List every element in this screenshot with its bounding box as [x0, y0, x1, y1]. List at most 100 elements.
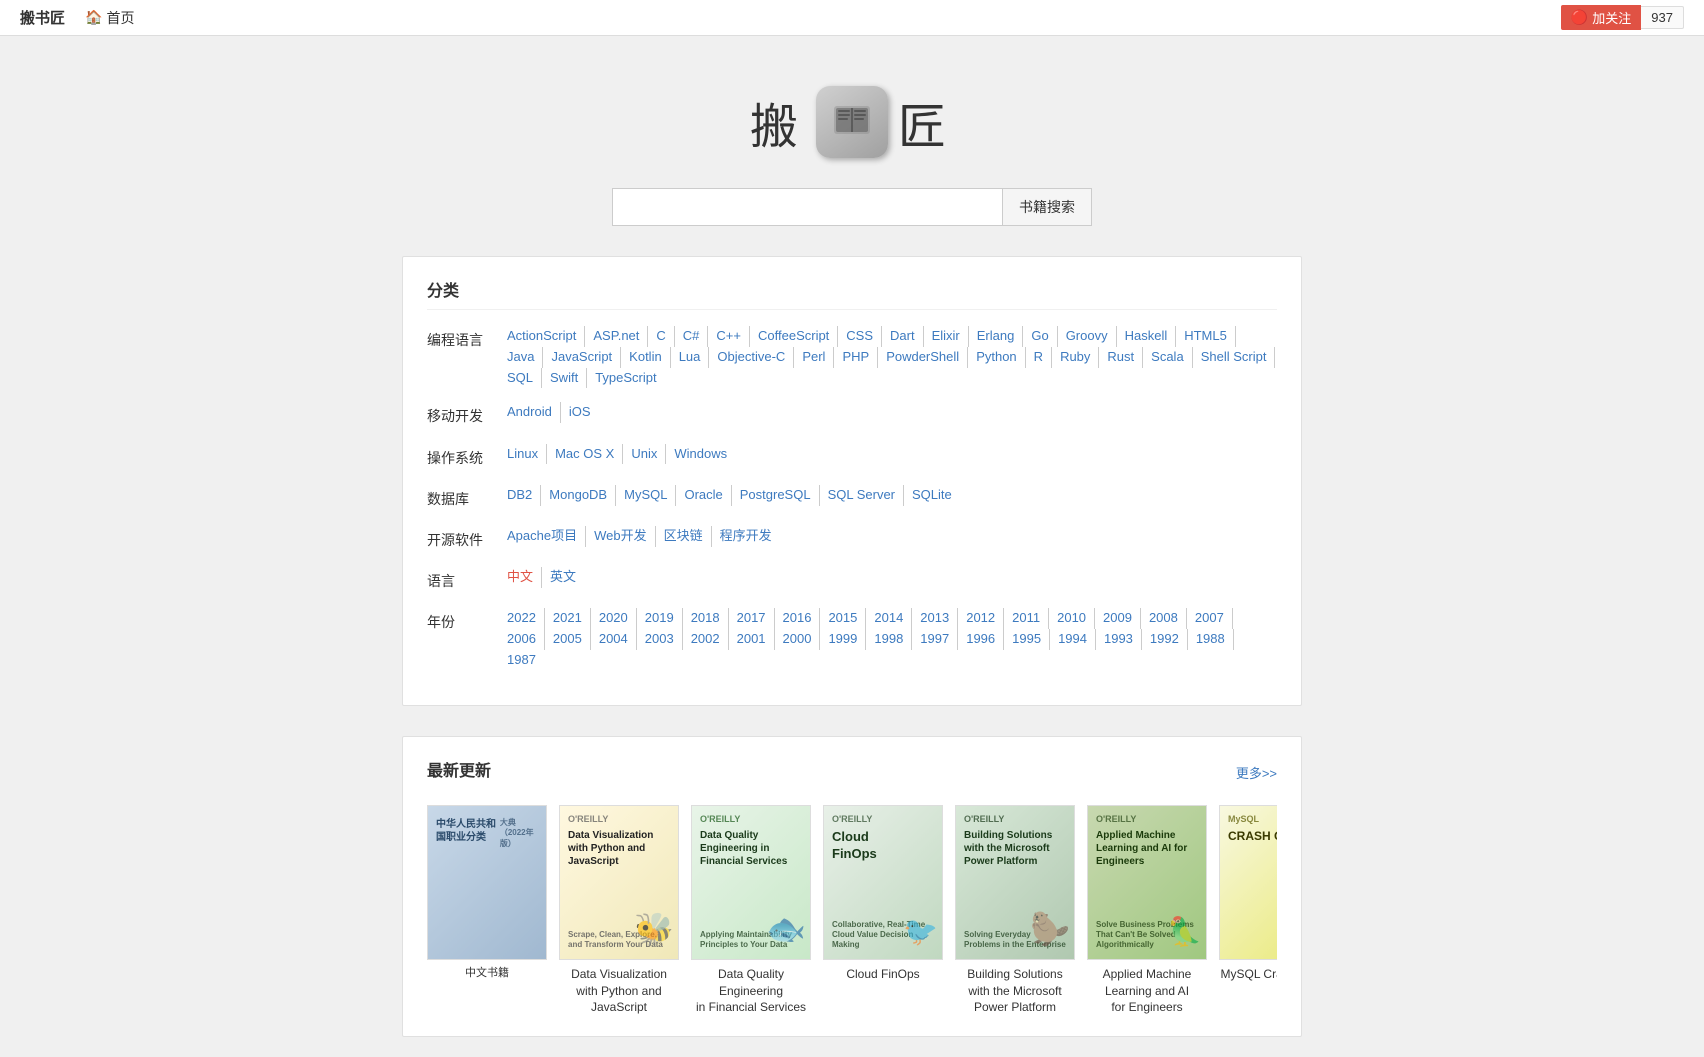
- lang-dart[interactable]: Dart: [882, 326, 924, 347]
- lang-rust[interactable]: Rust: [1099, 347, 1143, 368]
- db-oracle[interactable]: Oracle: [676, 485, 731, 506]
- year-1999[interactable]: 1999: [820, 629, 866, 650]
- cat-label-db: 数据库: [427, 485, 499, 512]
- year-2016[interactable]: 2016: [775, 608, 821, 629]
- home-link[interactable]: 🏠 首页: [85, 8, 134, 28]
- year-2010[interactable]: 2010: [1049, 608, 1095, 629]
- lang-cpp[interactable]: C++: [708, 326, 750, 347]
- book-grid: 中华人民共和国职业分类大典（2022年版） 中文书籍 O'REILLY Data…: [427, 805, 1277, 1016]
- year-1993[interactable]: 1993: [1096, 629, 1142, 650]
- lang-chinese[interactable]: 中文: [499, 567, 542, 588]
- lang-english[interactable]: 英文: [542, 567, 584, 588]
- year-2017[interactable]: 2017: [729, 608, 775, 629]
- year-1992[interactable]: 1992: [1142, 629, 1188, 650]
- os-macosx[interactable]: Mac OS X: [547, 444, 623, 465]
- lang-swift[interactable]: Swift: [542, 368, 587, 389]
- lang-elixir[interactable]: Elixir: [924, 326, 969, 347]
- os-windows[interactable]: Windows: [666, 444, 735, 465]
- lang-haskell[interactable]: Haskell: [1117, 326, 1177, 347]
- year-2002[interactable]: 2002: [683, 629, 729, 650]
- year-1997[interactable]: 1997: [912, 629, 958, 650]
- year-2012[interactable]: 2012: [958, 608, 1004, 629]
- year-2020[interactable]: 2020: [591, 608, 637, 629]
- year-1996[interactable]: 1996: [958, 629, 1004, 650]
- lang-ruby[interactable]: Ruby: [1052, 347, 1099, 368]
- book-item-5[interactable]: O'REILLY Applied Machine Learning and AI…: [1087, 805, 1207, 1016]
- year-1987[interactable]: 1987: [499, 650, 544, 671]
- lang-powdershell[interactable]: PowderShell: [878, 347, 968, 368]
- year-2013[interactable]: 2013: [912, 608, 958, 629]
- lang-kotlin[interactable]: Kotlin: [621, 347, 671, 368]
- os-webdev[interactable]: Web开发: [586, 526, 656, 547]
- db-postgresql[interactable]: PostgreSQL: [732, 485, 820, 506]
- year-2019[interactable]: 2019: [637, 608, 683, 629]
- year-2008[interactable]: 2008: [1141, 608, 1187, 629]
- lang-python[interactable]: Python: [968, 347, 1025, 368]
- year-2009[interactable]: 2009: [1095, 608, 1141, 629]
- mobile-ios[interactable]: iOS: [561, 402, 599, 423]
- book-item-0[interactable]: 中华人民共和国职业分类大典（2022年版） 中文书籍: [427, 805, 547, 1016]
- year-2006[interactable]: 2006: [499, 629, 545, 650]
- book-item-1[interactable]: O'REILLY Data Visualization with Python …: [559, 805, 679, 1016]
- lang-coffeescript[interactable]: CoffeeScript: [750, 326, 838, 347]
- year-2022[interactable]: 2022: [499, 608, 545, 629]
- os-unix[interactable]: Unix: [623, 444, 666, 465]
- lang-actionscript[interactable]: ActionScript: [499, 326, 585, 347]
- lang-perl[interactable]: Perl: [794, 347, 834, 368]
- year-2018[interactable]: 2018: [683, 608, 729, 629]
- db-mysql[interactable]: MySQL: [616, 485, 676, 506]
- year-2001[interactable]: 2001: [729, 629, 775, 650]
- more-link[interactable]: 更多>>: [1236, 763, 1277, 782]
- year-2014[interactable]: 2014: [866, 608, 912, 629]
- lang-lua[interactable]: Lua: [671, 347, 710, 368]
- lang-css[interactable]: CSS: [838, 326, 882, 347]
- book-item-4[interactable]: O'REILLY Building Solutions with the Mic…: [955, 805, 1075, 1016]
- book-item-6[interactable]: MySQL CRASH COURSE 🐟 MySQL Crash Course: [1219, 805, 1277, 1016]
- year-1998[interactable]: 1998: [866, 629, 912, 650]
- book-title-4: Building Solutionswith the MicrosoftPowe…: [955, 966, 1075, 1016]
- year-2004[interactable]: 2004: [591, 629, 637, 650]
- lang-scala[interactable]: Scala: [1143, 347, 1193, 368]
- lang-r[interactable]: R: [1026, 347, 1052, 368]
- year-2005[interactable]: 2005: [545, 629, 591, 650]
- year-2011[interactable]: 2011: [1004, 608, 1049, 629]
- year-2021[interactable]: 2021: [545, 608, 591, 629]
- lang-csharp[interactable]: C#: [675, 326, 709, 347]
- lang-shellscript[interactable]: Shell Script: [1193, 347, 1276, 368]
- lang-c[interactable]: C: [648, 326, 674, 347]
- db-sqlserver[interactable]: SQL Server: [820, 485, 904, 506]
- db-mongodb[interactable]: MongoDB: [541, 485, 616, 506]
- lang-typescript[interactable]: TypeScript: [587, 368, 664, 389]
- year-2003[interactable]: 2003: [637, 629, 683, 650]
- search-button[interactable]: 书籍搜索: [1002, 188, 1092, 226]
- book-item-2[interactable]: O'REILLY Data Quality Engineering in Fin…: [691, 805, 811, 1016]
- lang-go[interactable]: Go: [1023, 326, 1057, 347]
- year-1994[interactable]: 1994: [1050, 629, 1096, 650]
- lang-java[interactable]: Java: [499, 347, 543, 368]
- lang-erlang[interactable]: Erlang: [969, 326, 1024, 347]
- year-2007[interactable]: 2007: [1187, 608, 1233, 629]
- year-1988[interactable]: 1988: [1188, 629, 1234, 650]
- lang-javascript[interactable]: JavaScript: [543, 347, 621, 368]
- lang-objectivec[interactable]: Objective-C: [709, 347, 794, 368]
- cat-label-mobile: 移动开发: [427, 402, 499, 429]
- lang-php[interactable]: PHP: [834, 347, 878, 368]
- lang-aspnet[interactable]: ASP.net: [585, 326, 648, 347]
- book-item-3[interactable]: O'REILLY CloudFinOps Collaborative, Real…: [823, 805, 943, 1016]
- os-apache[interactable]: Apache项目: [499, 526, 586, 547]
- lang-sql[interactable]: SQL: [499, 368, 542, 389]
- db-sqlite[interactable]: SQLite: [904, 485, 960, 506]
- db-db2[interactable]: DB2: [499, 485, 541, 506]
- os-progdev[interactable]: 程序开发: [712, 526, 780, 547]
- follow-button[interactable]: 🔴 加关注: [1561, 5, 1641, 30]
- year-2000[interactable]: 2000: [775, 629, 821, 650]
- mobile-android[interactable]: Android: [499, 402, 561, 423]
- year-2015[interactable]: 2015: [820, 608, 866, 629]
- lang-html5[interactable]: HTML5: [1176, 326, 1236, 347]
- year-1995[interactable]: 1995: [1004, 629, 1050, 650]
- search-input[interactable]: [612, 188, 1002, 226]
- os-linux[interactable]: Linux: [499, 444, 547, 465]
- os-blockchain[interactable]: 区块链: [656, 526, 712, 547]
- lang-groovy[interactable]: Groovy: [1058, 326, 1117, 347]
- cat-row-mobile: 移动开发 Android iOS: [427, 402, 1277, 429]
